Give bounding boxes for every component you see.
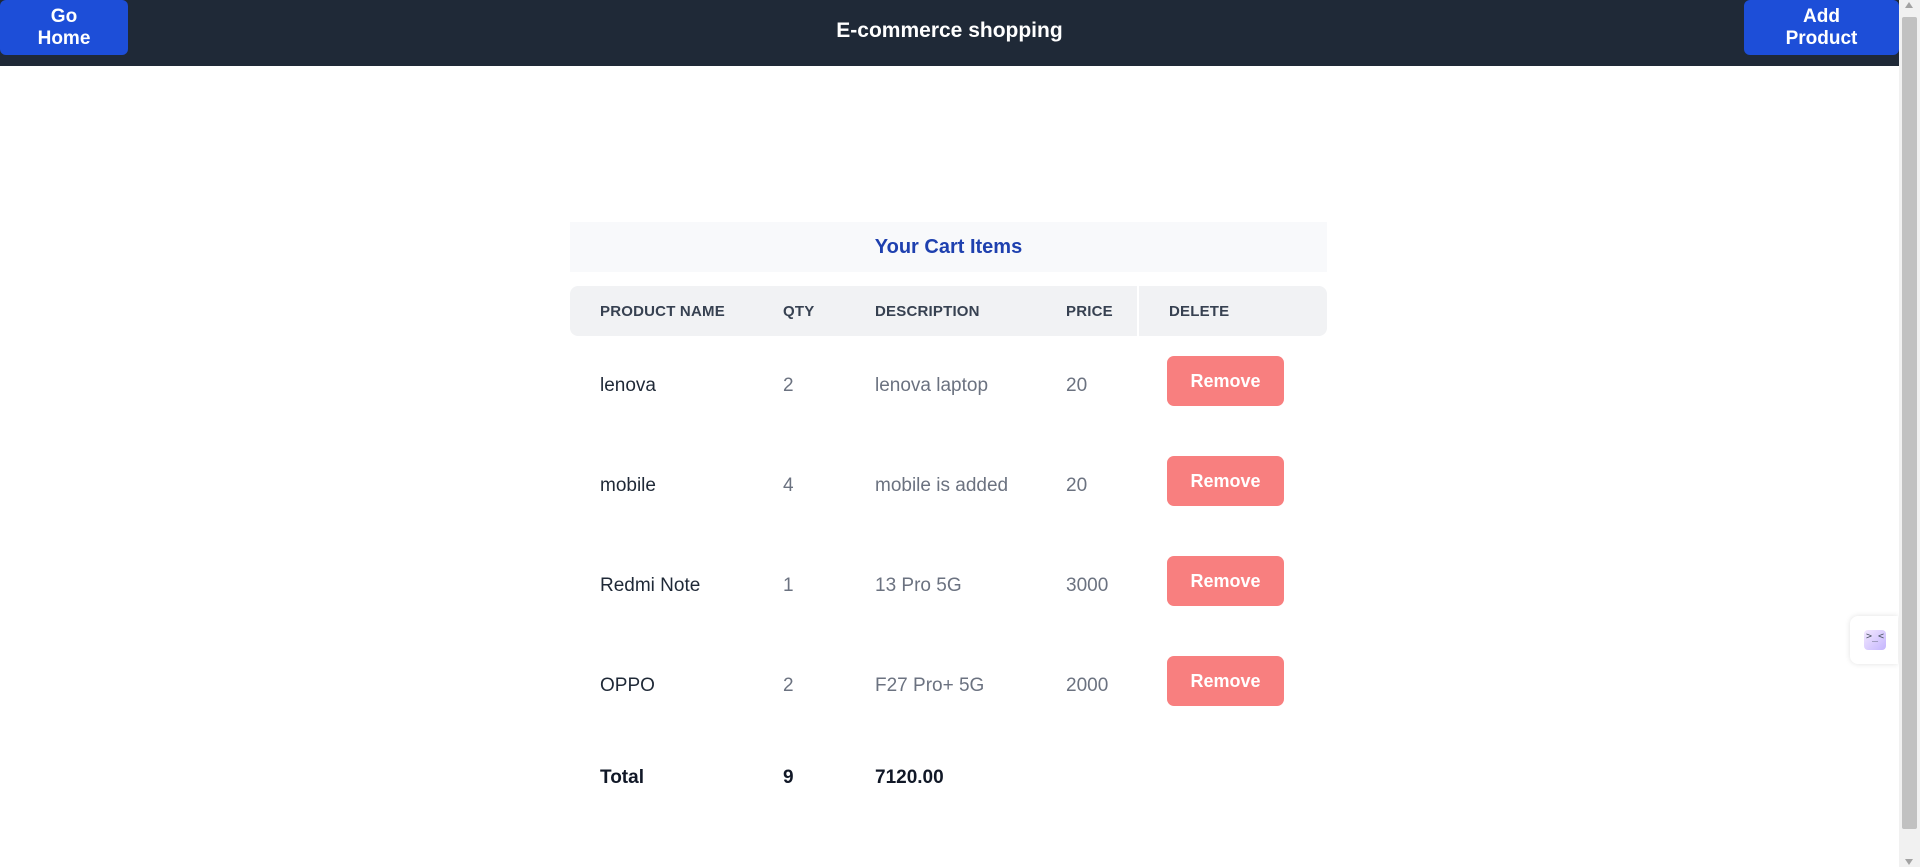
description-cell: lenova laptop — [875, 375, 989, 396]
column-header-product-name: PRODUCT NAME — [570, 286, 753, 336]
delete-cell: Remove — [1137, 336, 1327, 436]
floating-assistant-widget[interactable]: >_< — [1850, 616, 1898, 664]
total-row: Total 9 7120.00 — [570, 736, 1327, 820]
chat-face-icon: >_< — [1864, 630, 1886, 650]
price-cell: 2000 — [1066, 675, 1109, 696]
remove-button[interactable]: Remove — [1167, 456, 1284, 506]
description-cell: 13 Pro 5G — [875, 575, 962, 596]
product-name-cell: OPPO — [600, 675, 655, 696]
scroll-down-arrow-icon[interactable] — [1905, 859, 1913, 865]
delete-cell: Remove — [1137, 436, 1327, 536]
total-amount: 7120.00 — [875, 767, 944, 788]
scroll-up-arrow-icon[interactable] — [1905, 2, 1913, 8]
column-header-delete: DELETE — [1137, 286, 1327, 336]
qty-cell: 2 — [783, 675, 794, 696]
column-header-price: PRICE — [1036, 286, 1137, 336]
scrollbar-thumb[interactable] — [1902, 17, 1917, 829]
column-header-description: DESCRIPTION — [845, 286, 1036, 336]
product-name-cell: lenova — [600, 375, 656, 396]
qty-cell: 2 — [783, 375, 794, 396]
app-title: E-commerce shopping — [836, 19, 1063, 42]
qty-cell: 1 — [783, 575, 794, 596]
remove-button[interactable]: Remove — [1167, 656, 1284, 706]
cart-table: PRODUCT NAME QTY DESCRIPTION PRICE DELET… — [570, 286, 1327, 820]
top-navbar: Go Home E-commerce shopping Add Product — [0, 0, 1899, 66]
remove-button[interactable]: Remove — [1167, 556, 1284, 606]
cart-title: Your Cart Items — [570, 222, 1327, 272]
vertical-scrollbar[interactable] — [1899, 0, 1920, 867]
cart-panel: Your Cart Items PRODUCT NAME QTY DESCRIP… — [570, 222, 1327, 820]
total-label: Total — [600, 767, 644, 788]
price-cell: 20 — [1066, 475, 1088, 496]
empty-cell — [1036, 736, 1137, 820]
cart-table-header-row: PRODUCT NAME QTY DESCRIPTION PRICE DELET… — [570, 286, 1327, 336]
qty-cell: 4 — [783, 475, 794, 496]
description-cell: mobile is added — [875, 475, 1009, 496]
description-cell: F27 Pro+ 5G — [875, 675, 985, 696]
column-header-qty: QTY — [753, 286, 845, 336]
product-name-cell: mobile — [600, 475, 656, 496]
delete-cell: Remove — [1137, 636, 1327, 736]
cart-row: mobile 4 mobile is added 20 Remove — [570, 436, 1327, 536]
product-name-cell: Redmi Note — [600, 575, 701, 596]
remove-button[interactable]: Remove — [1167, 356, 1284, 406]
cart-row: Redmi Note 1 13 Pro 5G 3000 Remove — [570, 536, 1327, 636]
empty-cell — [1137, 736, 1327, 820]
price-cell: 3000 — [1066, 575, 1109, 596]
delete-cell: Remove — [1137, 536, 1327, 636]
cart-row: lenova 2 lenova laptop 20 Remove — [570, 336, 1327, 436]
cart-row: OPPO 2 F27 Pro+ 5G 2000 Remove — [570, 636, 1327, 736]
add-product-button[interactable]: Add Product — [1744, 0, 1899, 55]
total-qty: 9 — [783, 767, 794, 788]
price-cell: 20 — [1066, 375, 1088, 396]
